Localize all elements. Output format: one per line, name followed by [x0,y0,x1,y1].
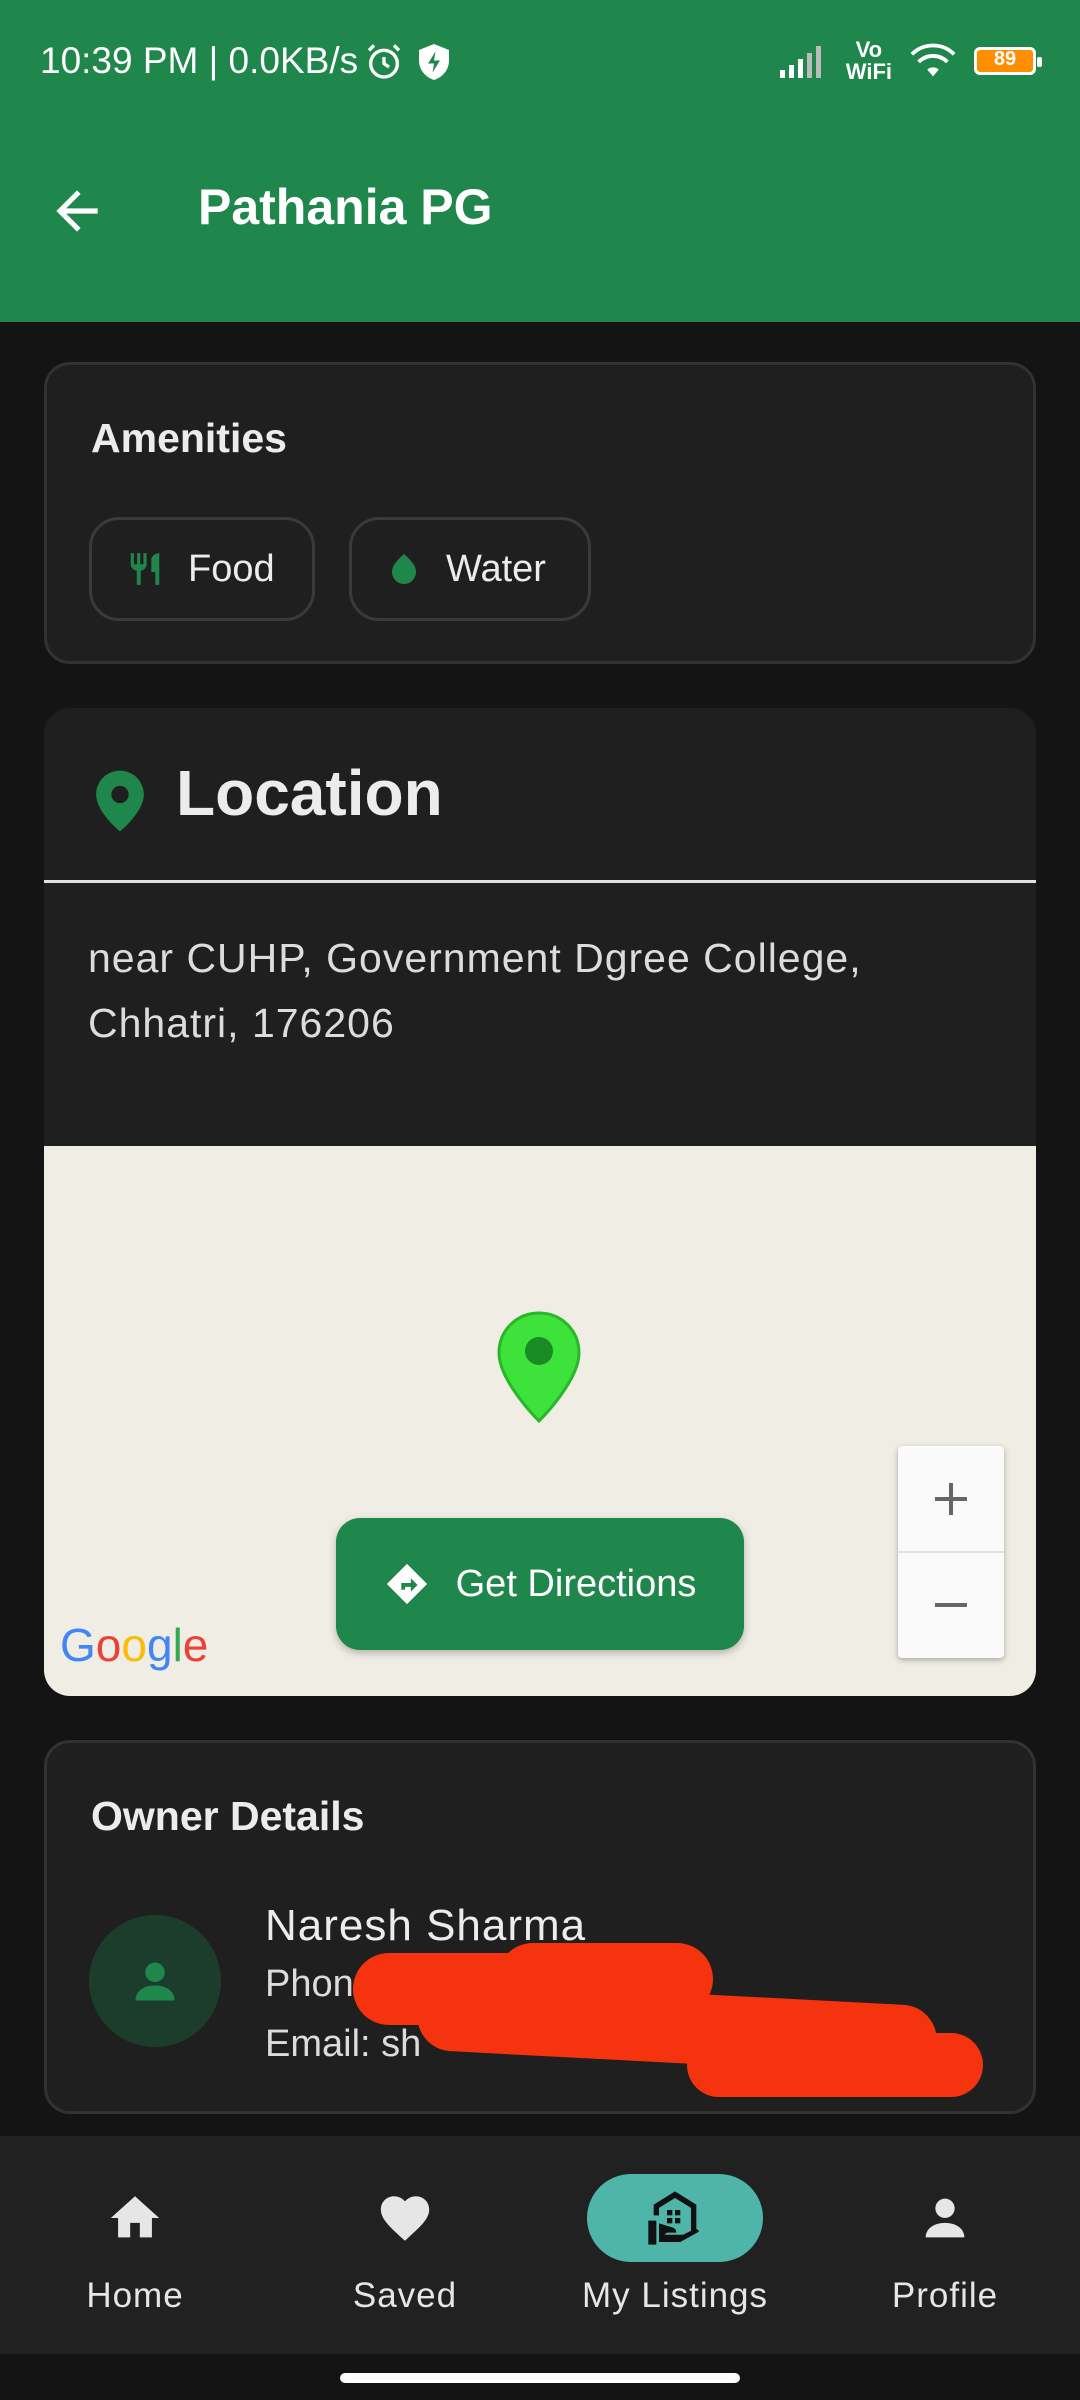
battery-icon: 89 [974,47,1042,75]
bottom-navigation: Home Saved My Listings Profile [0,2136,1080,2354]
person-icon [135,1962,175,2001]
alarm-icon [367,44,401,79]
status-icons-right: Vo WiFi 89 [779,36,1042,86]
nav-item-profile[interactable]: Profile [810,2136,1080,2354]
amenities-title: Amenities [91,415,287,461]
zoom-in-button[interactable] [898,1446,1004,1553]
nav-label-saved: Saved [352,2276,458,2315]
nav-item-my-listings[interactable]: My Listings [540,2136,810,2354]
get-directions-label: Get Directions [455,1562,697,1605]
shield-bolt-icon [419,44,449,80]
redaction-mark [687,2033,983,2097]
wifi-icon [910,43,956,77]
nav-icon-container [317,2174,493,2262]
location-pin-icon [96,770,144,832]
nav-icon-container [47,2174,223,2262]
google-logo: Google [60,1619,209,1671]
address-text: near CUHP, Government Dgree College, Chh… [88,935,862,1046]
get-directions-button[interactable]: Get Directions [336,1518,744,1650]
nav-item-saved[interactable]: Saved [270,2136,540,2354]
page-title: Pathania PG [198,179,493,235]
amenities-card: Amenities Food Water [44,362,1036,664]
home-indicator[interactable] [340,2373,740,2383]
restaurant-icon [130,553,160,585]
my-listings-icon [648,2191,699,2245]
map-marker-icon[interactable] [496,1311,582,1423]
avatar [89,1915,221,2047]
back-arrow-icon[interactable] [46,180,108,242]
nav-label-my-listings: My Listings [581,2276,769,2315]
nav-icon-container [587,2174,763,2262]
status-icons-left [364,42,452,82]
signal-icon [779,46,821,78]
location-card: Location near CUHP, Government Dgree Col… [44,708,1036,1696]
owner-details-title: Owner Details [91,1793,365,1839]
amenity-label: Water [446,547,546,590]
nav-item-home[interactable]: Home [0,2136,270,2354]
location-header: Location [44,708,1036,880]
zoom-out-button[interactable] [898,1552,1004,1657]
map-view[interactable]: Get Directions Google [44,1146,1036,1696]
water-drop-icon [392,554,416,584]
home-icon [110,2196,160,2238]
owner-phone[interactable]: Phon [265,1963,354,2006]
amenity-chip-food[interactable]: Food [89,517,315,621]
nav-label-home: Home [86,2276,184,2315]
owner-email[interactable]: Email: sh [265,2023,421,2066]
vowifi-label: Vo WiFi [845,37,892,84]
directions-icon [386,1563,427,1605]
divider [44,880,1036,883]
zoom-controls [898,1446,1004,1658]
plus-icon [935,1482,967,1515]
nav-label-profile: Profile [891,2276,999,2315]
amenity-chip-water[interactable]: Water [349,517,591,621]
minus-icon [935,1602,967,1607]
location-title: Location [176,757,443,829]
person-icon [925,2198,965,2238]
amenity-label: Food [188,547,275,590]
owner-details-card: Owner Details Naresh Sharma Phon Email: … [44,1740,1036,2114]
nav-icon-container [857,2174,1033,2262]
heart-icon [380,2196,430,2241]
status-time: 10:39 PM | 0.0KB/s [40,40,359,81]
app-bar: 10:39 PM | 0.0KB/s Vo WiFi 89 Pathania PG [0,0,1080,322]
